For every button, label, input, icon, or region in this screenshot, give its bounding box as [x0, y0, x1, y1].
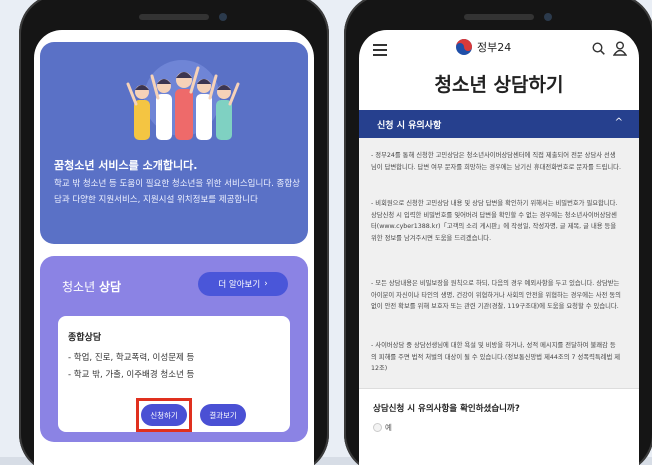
list-item: 학교 밖, 가출, 이주배경 청소년 등 [68, 367, 195, 384]
counsel-title: 청소년 상담 [62, 278, 121, 295]
divider [359, 388, 639, 389]
yes-option[interactable]: 예 [373, 422, 392, 433]
gov24-logo[interactable]: 정부24 [455, 38, 511, 56]
phone-frame-left: 꿈청소년 서비스를 소개합니다. 학교 밖 청소년 등 도움이 필요한 청소년을… [19, 0, 329, 465]
phone-frame-right: 정부24 청소년 상담하기 신청 시 유의사항 ^ - 정부24를 통해 신청한… [344, 0, 652, 465]
logo-text: 정부24 [477, 41, 512, 54]
apply-button[interactable]: 신청하기 [141, 404, 187, 426]
youth-counsel-card: 청소년 상담 더 알아보기 › 종합상담 학업, 진로, 학교폭력, 이성문제 … [40, 256, 308, 442]
notice-paragraph: - 비회원으로 신청한 고민상담 내용 및 상담 답변을 확인하기 위해서는 비… [371, 200, 618, 242]
yes-label: 예 [385, 423, 392, 432]
counsel-title-bold: 상담 [98, 280, 122, 294]
notice-paragraph: - 정부24를 통해 신청한 고민상담은 청소년사이버상담센터에 직접 제출되어… [371, 152, 621, 171]
phone-screen-right[interactable]: 정부24 청소년 상담하기 신청 시 유의사항 ^ - 정부24를 통해 신청한… [359, 30, 639, 465]
notice-paragraph: - 사이버상담 중 상담선생님에 대한 욕설 및 비방을 하거나, 성적 메시지… [371, 342, 621, 372]
notice-paragraph: - 모든 상담내용은 비밀보장을 원칙으로 하되, 다음의 경우 예외사항을 두… [371, 280, 621, 310]
learn-more-label: 더 알아보기 [218, 280, 261, 290]
front-camera [219, 13, 227, 21]
counsel-topic-list: 학업, 진로, 학교폭력, 이성문제 등 학교 밖, 가출, 이주배경 청소년 … [68, 350, 195, 384]
notice-content: - 정부24를 통해 신청한 고민상담은 청소년사이버상담센터에 직접 제출되어… [359, 138, 639, 388]
user-icon[interactable] [613, 41, 627, 56]
notice-title: 신청 시 유의사항 [377, 120, 442, 131]
search-icon[interactable] [592, 42, 605, 55]
chevron-right-icon: › [264, 279, 268, 289]
learn-more-button[interactable]: 더 알아보기 › [198, 272, 288, 296]
taegeuk-icon [456, 39, 472, 55]
youth-group-illustration [126, 60, 240, 140]
list-item: 학업, 진로, 학교폭력, 이성문제 등 [68, 350, 195, 367]
speaker-slot [464, 14, 534, 20]
phone-screen-left[interactable]: 꿈청소년 서비스를 소개합니다. 학교 밖 청소년 등 도움이 필요한 청소년을… [34, 30, 314, 465]
comprehensive-counsel-card: 종합상담 학업, 진로, 학교폭력, 이성문제 등 학교 밖, 가출, 이주배경… [58, 316, 290, 432]
front-camera [544, 13, 552, 21]
chevron-up-icon: ^ [614, 117, 623, 128]
view-result-button[interactable]: 결과보기 [200, 404, 246, 426]
comprehensive-counsel-title: 종합상담 [68, 333, 102, 343]
intro-description: 학교 밖 청소년 등 도움이 필요한 청소년을 위한 서비스입니다. 종합상담과… [54, 179, 300, 205]
page-title: 청소년 상담하기 [434, 74, 564, 96]
top-navigation-bar: 정부24 [359, 30, 639, 70]
intro-card: 꿈청소년 서비스를 소개합니다. 학교 밖 청소년 등 도움이 필요한 청소년을… [40, 42, 308, 244]
notice-accordion-header[interactable]: 신청 시 유의사항 ^ [359, 110, 639, 138]
confirm-question: 상담신청 시 유의사항을 확인하셨습니까? [373, 404, 520, 414]
speaker-slot [139, 14, 209, 20]
hamburger-menu-icon[interactable] [373, 44, 387, 56]
counsel-title-prefix: 청소년 [62, 280, 99, 294]
intro-title: 꿈청소년 서비스를 소개합니다. [54, 159, 198, 172]
yes-radio[interactable] [373, 423, 382, 432]
